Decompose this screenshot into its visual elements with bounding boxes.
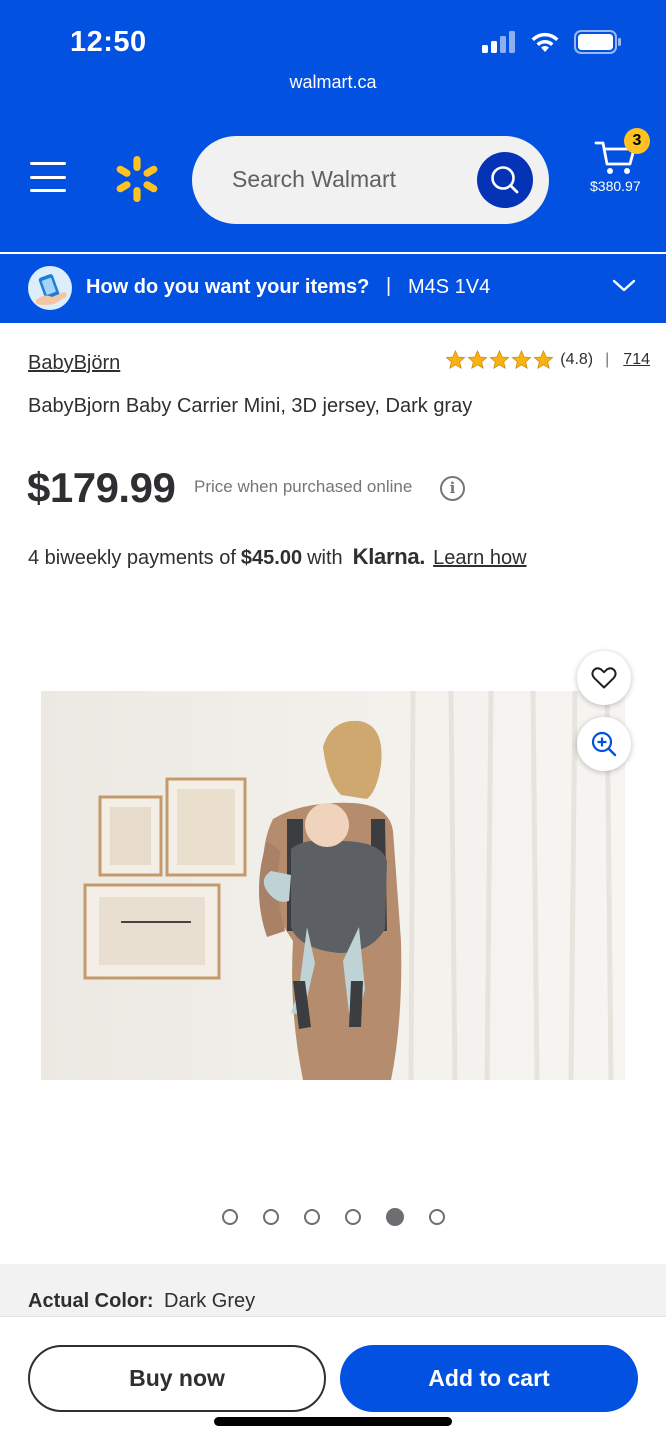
search-input[interactable]: Search Walmart (192, 136, 549, 224)
search-placeholder: Search Walmart (232, 166, 397, 192)
installment-amount: $45.00 (240, 547, 303, 569)
star-icon (467, 350, 488, 369)
fulfillment-question: How do you want your items? (86, 276, 370, 298)
star-icon (511, 350, 532, 369)
battery-icon (574, 30, 621, 54)
gallery-dot[interactable] (344, 1209, 361, 1225)
fulfillment-separator: | (386, 275, 392, 297)
price-note: Price when purchased online (194, 477, 413, 496)
rating-separator: | (605, 351, 610, 368)
installment-suffix: with (307, 547, 343, 569)
postal-code: M4S 1V4 (408, 276, 491, 298)
star-icon (533, 350, 554, 369)
klarna-logo: Klarna. (352, 544, 426, 569)
gallery-dot[interactable] (303, 1209, 320, 1225)
gallery-dot[interactable] (385, 1208, 404, 1226)
browser-url[interactable]: walmart.ca (0, 72, 666, 93)
product-image[interactable] (41, 691, 625, 1080)
header: 12:50 walmart.ca Search Walmart 3 $380.9… (0, 0, 666, 252)
zoom-button[interactable] (577, 717, 631, 771)
installment-info: 4 biweekly payments of $45.00 with Klarn… (28, 544, 527, 570)
search-button[interactable] (477, 152, 533, 208)
status-time: 12:50 (70, 26, 147, 58)
chevron-down-icon[interactable] (612, 278, 636, 294)
learn-how-link[interactable]: Learn how (433, 547, 526, 570)
star-icon (489, 350, 510, 369)
wifi-icon (531, 32, 559, 52)
star-icon (445, 350, 466, 369)
status-icons (482, 30, 622, 54)
gallery-pagination (0, 1208, 666, 1226)
zoom-in-icon (591, 731, 617, 757)
brand-link[interactable]: BabyBjörn (28, 352, 120, 375)
review-count-link[interactable]: 714 (623, 351, 650, 369)
add-to-cart-button[interactable]: Add to cart (340, 1345, 638, 1412)
gallery-dot[interactable] (221, 1209, 238, 1225)
cart-button[interactable]: 3 $380.97 (588, 128, 650, 198)
favorite-button[interactable] (577, 651, 631, 705)
hamburger-menu-icon[interactable] (30, 162, 66, 192)
fulfillment-selector[interactable]: How do you want your items? | M4S 1V4 (0, 254, 666, 323)
product-title: BabyBjorn Baby Carrier Mini, 3D jersey, … (28, 395, 473, 417)
heart-icon (591, 667, 617, 689)
gallery-dot[interactable] (428, 1209, 445, 1225)
cart-count-badge: 3 (624, 128, 650, 154)
product-price: $179.99 (27, 464, 176, 511)
cellular-signal-icon (482, 31, 515, 53)
rating-stars (445, 350, 554, 370)
product-rating[interactable]: (4.8) | 714 (445, 350, 650, 370)
walmart-spark-icon[interactable] (112, 154, 162, 204)
variant-value: Dark Grey (164, 1290, 256, 1312)
gallery-dot[interactable] (262, 1209, 279, 1225)
variant-label: Actual Color: (28, 1290, 154, 1312)
info-icon[interactable]: i (440, 476, 465, 501)
delivery-phone-icon (28, 266, 72, 310)
installment-prefix: 4 biweekly payments of (28, 547, 236, 569)
cart-total: $380.97 (590, 178, 641, 194)
buy-now-button[interactable]: Buy now (28, 1345, 326, 1412)
rating-value: (4.8) (560, 351, 594, 368)
search-icon (491, 166, 519, 194)
home-indicator[interactable] (214, 1417, 452, 1426)
